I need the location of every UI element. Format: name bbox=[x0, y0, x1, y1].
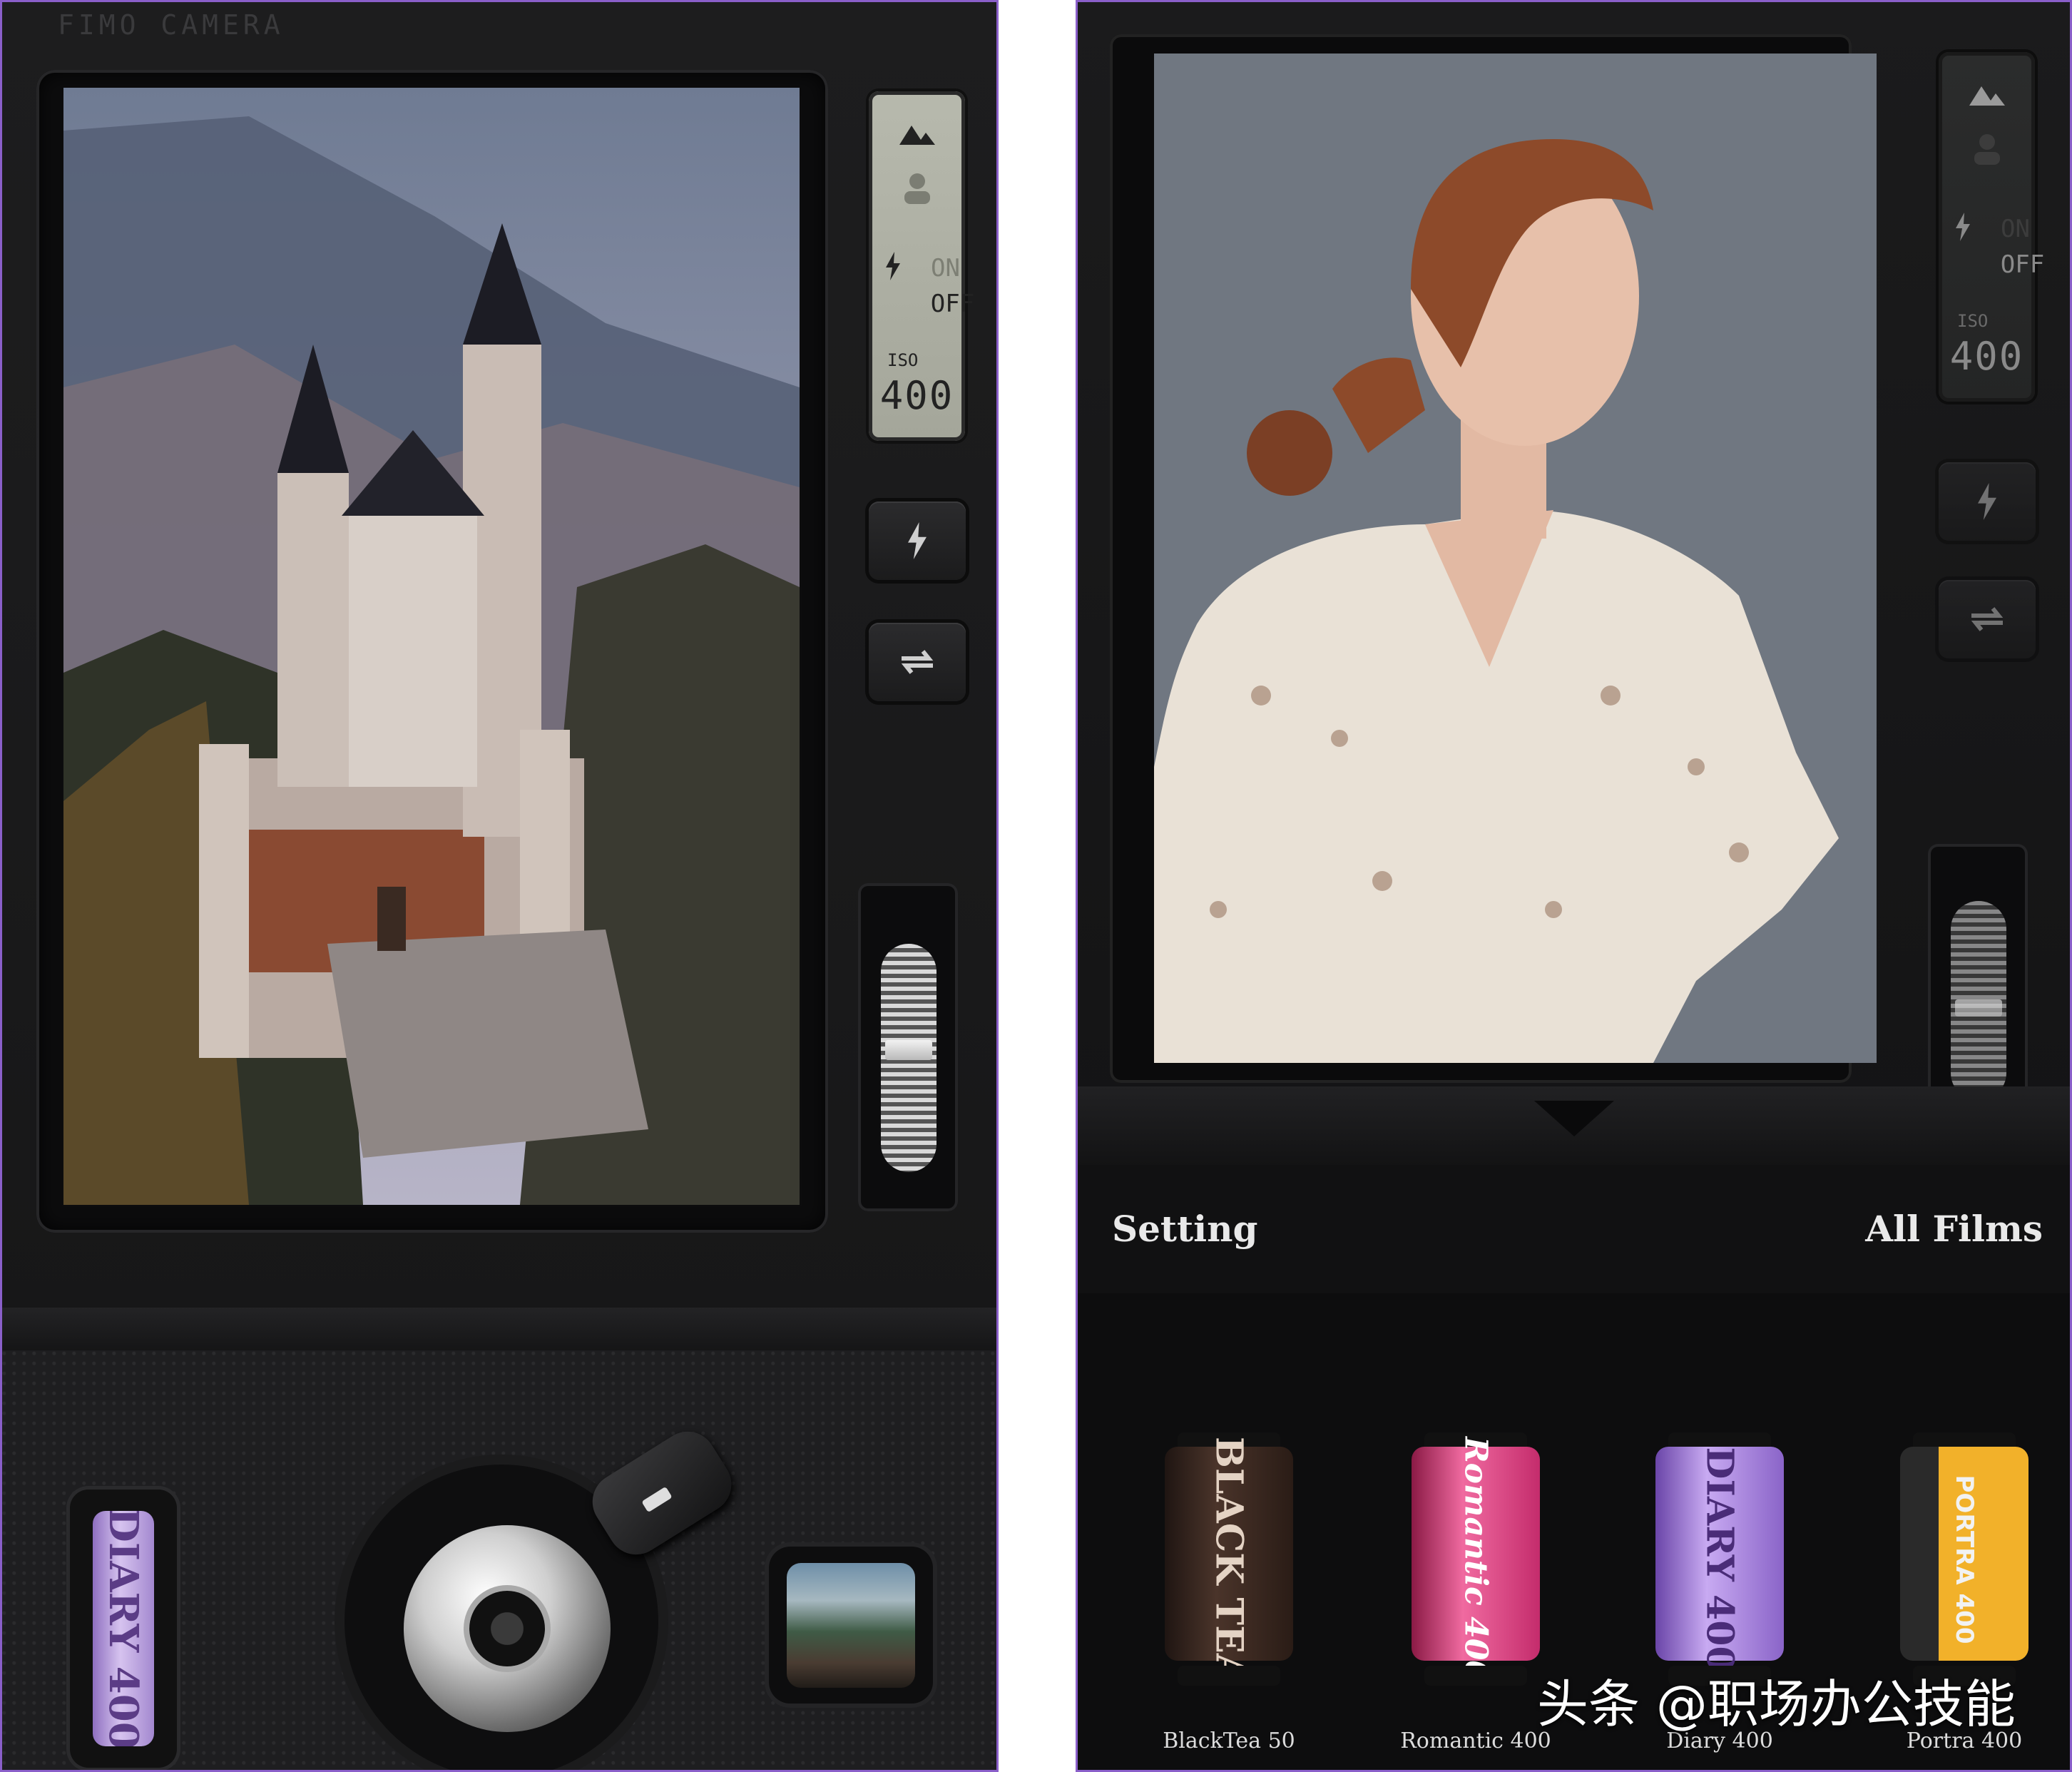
portrait-image bbox=[1154, 54, 1877, 1063]
castle-image bbox=[63, 88, 800, 1205]
film-roll-blacktea[interactable]: BLACK TEA bbox=[1158, 1432, 1300, 1686]
camera-lcd-display: ON OFF ISO 400 bbox=[869, 91, 974, 441]
switch-camera-button[interactable] bbox=[869, 623, 966, 701]
iso-label: ISO bbox=[1957, 311, 1989, 331]
camera-lcd-display: ON OFF ISO 400 bbox=[1939, 52, 2044, 402]
loaded-film-roll: DIARY 400 bbox=[93, 1511, 154, 1746]
portrait-mode-icon bbox=[1939, 131, 2035, 169]
flash-on-label: ON bbox=[931, 254, 960, 282]
viewfinder-photo bbox=[1154, 54, 1877, 1063]
iso-value: 400 bbox=[879, 373, 954, 418]
gallery-thumbnail[interactable] bbox=[787, 1563, 915, 1688]
tray-arrow-icon[interactable] bbox=[1534, 1101, 1614, 1136]
flash-button[interactable] bbox=[869, 501, 966, 580]
right-camera-screen: ON OFF ISO 400 Setting All Films BLACK T… bbox=[1076, 0, 2072, 1772]
film-roll-romantic[interactable]: Romantic 400 bbox=[1404, 1432, 1547, 1686]
camera-divider bbox=[2, 1308, 996, 1350]
portrait-mode-icon bbox=[869, 170, 965, 208]
flash-button[interactable] bbox=[1939, 462, 2036, 541]
flash-icon bbox=[1978, 483, 1996, 520]
loaded-film-label: DIARY 400 bbox=[100, 1511, 147, 1746]
iso-label: ISO bbox=[887, 350, 919, 370]
switch-camera-icon bbox=[901, 650, 934, 674]
film-roll-diary[interactable]: DIARY 400 bbox=[1648, 1432, 1791, 1686]
film-window[interactable]: DIARY 400 bbox=[70, 1490, 177, 1768]
shutter-button-center bbox=[469, 1591, 545, 1666]
viewfinder-photo bbox=[63, 88, 800, 1205]
film-roll-portra[interactable]: PORTRA 400 bbox=[1893, 1432, 2036, 1686]
flash-off-label: OFF bbox=[930, 290, 975, 318]
film-roll-label: Romantic 400 bbox=[1457, 1436, 1494, 1682]
switch-camera-icon bbox=[1971, 607, 2004, 631]
flash-on-label: ON bbox=[2001, 215, 2030, 243]
flash-off-label: OFF bbox=[2000, 250, 2045, 279]
exposure-dial-handle[interactable] bbox=[1955, 999, 2002, 1017]
film-roll-label: PORTRA 400 bbox=[1950, 1475, 1979, 1644]
brand-label: FIMO CAMERA bbox=[58, 9, 285, 41]
landscape-mode-icon bbox=[869, 120, 965, 151]
left-camera-screen: FIMO CAMERA ON OFF ISO 400 DIARY 400 bbox=[0, 0, 999, 1772]
film-roll-label: BLACK TEA bbox=[1207, 1436, 1251, 1682]
switch-camera-button[interactable] bbox=[1939, 580, 2036, 658]
watermark-text: 头条 @职场办公技能 bbox=[1537, 1674, 2016, 1734]
iso-value: 400 bbox=[1949, 334, 2024, 379]
all-films-button[interactable]: All Films bbox=[1865, 1208, 2043, 1250]
film-roll-label: DIARY 400 bbox=[1698, 1446, 1742, 1672]
flash-icon bbox=[908, 522, 927, 559]
setting-button[interactable]: Setting bbox=[1112, 1208, 1257, 1250]
exposure-dial-handle[interactable] bbox=[885, 1040, 932, 1060]
film-name-label[interactable]: BlackTea 50 bbox=[1136, 1728, 1322, 1753]
landscape-mode-icon bbox=[1939, 81, 2035, 112]
